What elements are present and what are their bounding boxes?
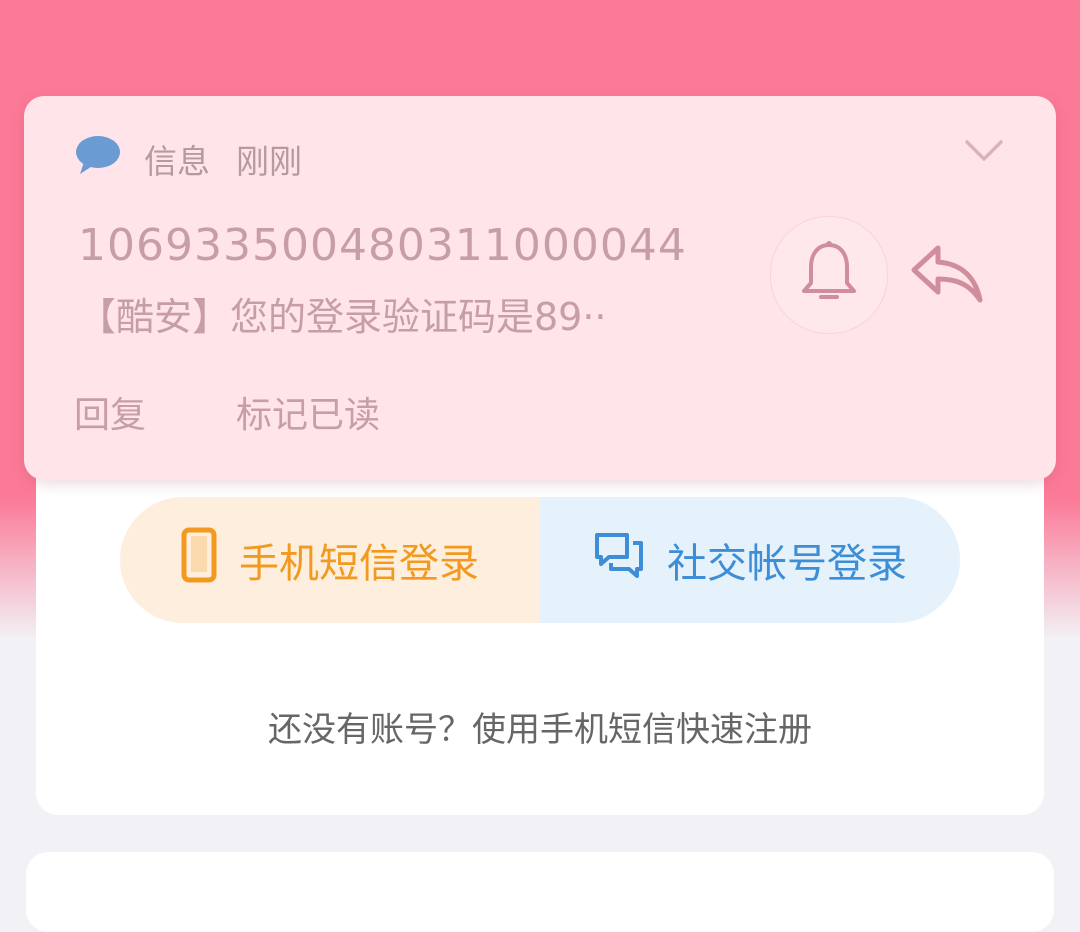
- phone-icon: [181, 527, 239, 593]
- notification-message: 【酷安】您的登录验证码是89··: [78, 295, 607, 339]
- notification-sender: 106933500480311000044: [78, 220, 687, 271]
- sms-login-button[interactable]: 手机短信登录: [120, 497, 540, 623]
- reply-action[interactable]: 回复: [74, 386, 146, 438]
- mark-read-action[interactable]: 标记已读: [236, 386, 380, 438]
- notification-app-name: 信息: [144, 142, 210, 181]
- sms-login-label: 手机短信登录: [239, 541, 479, 587]
- login-card: 手机短信登录 社交帐号登录 还没有账号？使用手机短信快速注册: [36, 440, 1044, 815]
- social-login-button[interactable]: 社交帐号登录: [540, 497, 960, 623]
- login-method-toggle: 手机短信登录 社交帐号登录: [120, 497, 960, 623]
- chat-bubbles-icon: [593, 531, 667, 589]
- bell-button[interactable]: [770, 216, 888, 334]
- notification-header: 信息 刚刚: [74, 134, 302, 184]
- bell-icon: [799, 239, 859, 311]
- notification-actions: 回复 标记已读: [74, 386, 380, 438]
- secondary-card: [26, 852, 1054, 932]
- notification-time: 刚刚: [236, 142, 302, 181]
- message-bubble-icon: [74, 134, 144, 184]
- chevron-down-icon[interactable]: [964, 138, 1004, 168]
- sms-notification[interactable]: 信息 刚刚 106933500480311000044 【酷安】您的登录验证码是…: [24, 96, 1056, 480]
- social-login-label: 社交帐号登录: [667, 541, 907, 587]
- reply-arrow-icon[interactable]: [908, 242, 984, 310]
- register-link[interactable]: 还没有账号？使用手机短信快速注册: [36, 702, 1044, 751]
